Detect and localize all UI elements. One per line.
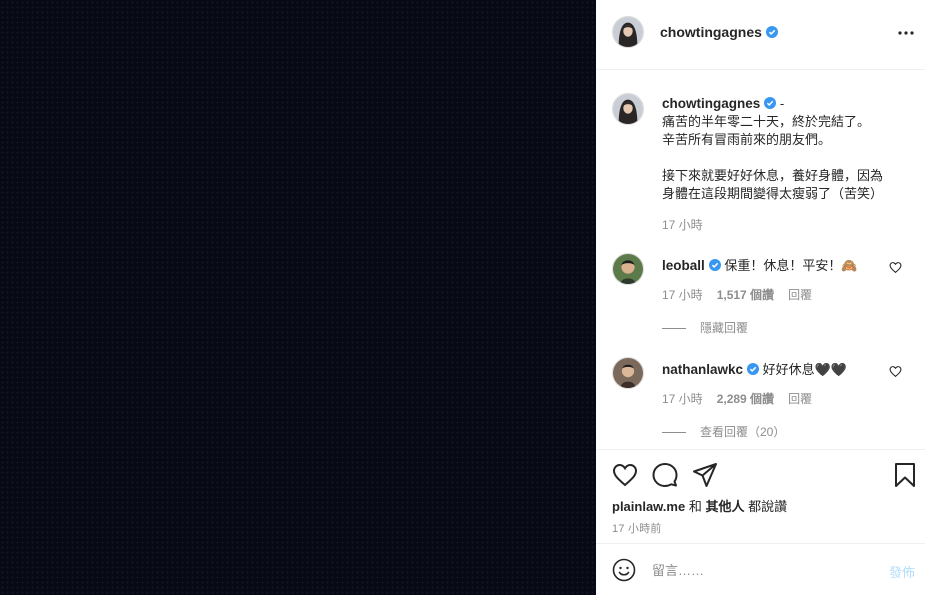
caption-line: 身體在這段期間變得太瘦弱了（苦笑） (662, 186, 884, 201)
caption-separator: - (779, 96, 785, 111)
verified-badge-icon (765, 26, 778, 38)
replies-line (662, 432, 686, 434)
post-comment-button[interactable]: 發佈 (889, 562, 915, 581)
comment-like-count[interactable]: 1,517 個讚 (717, 288, 774, 302)
commenter-username[interactable]: leoball (662, 258, 705, 273)
comment-input[interactable] (652, 558, 872, 582)
post-actions: plainlaw.me 和 其他人 都說讚 17 小時前 (596, 449, 925, 543)
comment-like-heart-icon[interactable] (889, 365, 902, 378)
verified-badge-icon (747, 363, 760, 375)
emoji-icon[interactable] (612, 558, 636, 582)
reply-button[interactable]: 回覆 (788, 288, 812, 302)
post-media[interactable] (0, 0, 596, 595)
comment-body: 保重！休息！平安！🙈 (724, 258, 858, 273)
liker-username[interactable]: plainlaw.me (612, 499, 685, 514)
caption-username[interactable]: chowtingagnes (662, 96, 760, 111)
hide-replies-button[interactable]: 隱藏回覆 (662, 319, 748, 336)
caption-timestamp[interactable]: 17 小時 (662, 216, 703, 233)
bookmark-icon[interactable] (892, 462, 918, 488)
comment-body: 好好休息🖤🖤 (762, 362, 848, 377)
comment-meta: 17 小時 2,289 個讚 回覆 (662, 390, 826, 407)
post-header: chowtingagnes (596, 0, 925, 70)
caption-gap (662, 149, 912, 167)
comment-like-heart-icon[interactable] (889, 261, 902, 274)
other-likers-link[interactable]: 其他人 (705, 499, 744, 514)
view-replies-button[interactable]: 查看回覆（20） (662, 423, 785, 440)
replies-line (662, 328, 686, 330)
comment-timestamp[interactable]: 17 小時 (662, 288, 703, 302)
comment-like-count[interactable]: 2,289 個讚 (717, 392, 774, 406)
caption-avatar[interactable] (612, 93, 644, 125)
caption-line: 痛苦的半年零二十天，終於完結了。 (662, 114, 871, 129)
caption-text: chowtingagnes - 痛苦的半年零二十天，終於完結了。 辛苦所有冒雨前… (662, 95, 912, 203)
commenter-avatar[interactable] (612, 253, 644, 285)
post-panel: chowtingagnes chowtingagnes - 痛苦的半年零二十天，… (596, 0, 925, 595)
comment-text: leoball 保重！休息！平安！🙈 (662, 255, 858, 274)
author-avatar[interactable] (612, 16, 644, 48)
likes-connector: 和 (688, 499, 702, 514)
comment-icon[interactable] (652, 462, 678, 488)
likes-summary: plainlaw.me 和 其他人 都說讚 (612, 496, 787, 515)
share-icon[interactable] (692, 462, 718, 488)
comment-meta: 17 小時 1,517 個讚 回覆 (662, 286, 826, 303)
likes-suffix: 都說讚 (748, 499, 788, 514)
comment-timestamp[interactable]: 17 小時 (662, 392, 703, 406)
heart-icon[interactable] (612, 462, 638, 488)
comment-composer: 發佈 (596, 543, 925, 595)
commenter-avatar[interactable] (612, 357, 644, 389)
comments-list[interactable]: chowtingagnes - 痛苦的半年零二十天，終於完結了。 辛苦所有冒雨前… (596, 71, 925, 449)
more-horizontal-icon[interactable] (897, 24, 915, 42)
verified-badge-icon (708, 259, 721, 271)
reply-button[interactable]: 回覆 (788, 392, 812, 406)
commenter-username[interactable]: nathanlawkc (662, 362, 743, 377)
author-username[interactable]: chowtingagnes (660, 24, 778, 40)
post-timestamp[interactable]: 17 小時前 (612, 520, 662, 536)
caption-line: 辛苦所有冒雨前來的朋友們。 (662, 132, 832, 147)
caption-line: 接下來就要好好休息，養好身體，因為 (662, 168, 884, 183)
verified-badge-icon (764, 97, 777, 109)
comment-text: nathanlawkc 好好休息🖤🖤 (662, 359, 847, 378)
